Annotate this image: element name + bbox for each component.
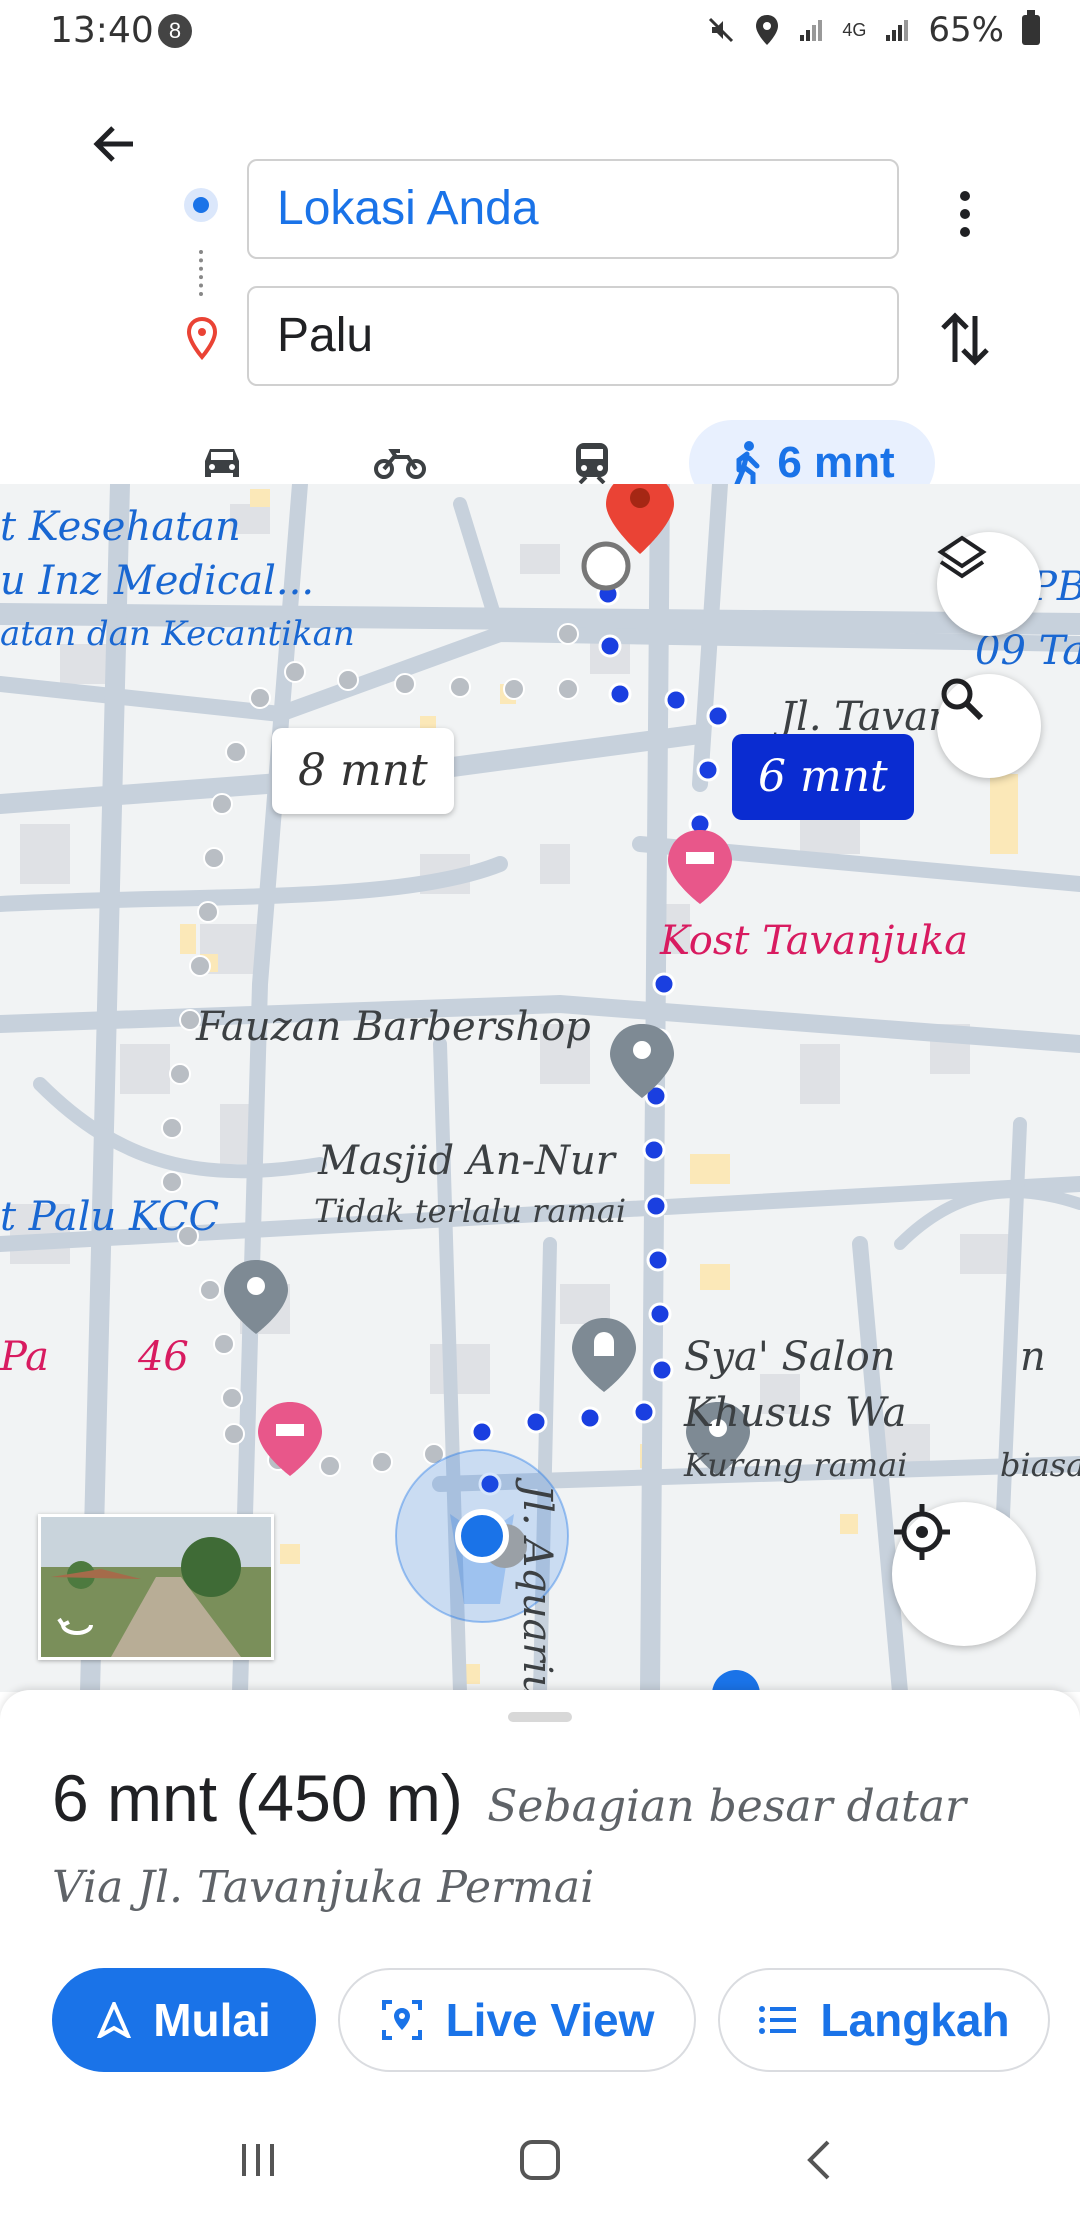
map-view[interactable]: t Kesehatan u Inz Medical... atan dan Ke… [0,484,1080,1692]
status-bar: 13:40 8 4G 65% [0,0,1080,64]
street-view-thumbnail[interactable] [38,1514,274,1660]
terrain-note: Sebagian besar datar [487,1781,967,1832]
origin-dot-icon [184,188,218,222]
back-icon[interactable] [790,2130,850,2190]
navigation-arrow-icon [97,2002,132,2038]
map-label[interactable]: Kost Tavanjuka [660,918,968,964]
route-duration-distance: 6 mnt (450 m) [52,1761,463,1835]
live-view-button[interactable]: Live View [338,1968,696,2072]
notification-badge: 8 [158,14,192,48]
live-view-label: Live View [445,1994,655,2046]
status-time: 13:40 [50,10,154,51]
car-icon [205,449,239,477]
map-label: t Kesehatan [0,504,241,550]
map-label[interactable]: Fauzan Barbershop [196,1004,591,1050]
map-label: Tidak terlalu ramai [314,1192,627,1230]
home-icon[interactable] [510,2130,570,2190]
map-label: biasa [1000,1446,1080,1484]
battery-percent: 65% [928,10,1004,50]
route-connector [199,250,207,296]
map-label: Kurang ramai [684,1446,908,1484]
layers-button[interactable] [937,532,1041,636]
status-icons: 4G 65% [706,10,1040,50]
motorcycle-icon [374,449,426,479]
route-duration[interactable]: 6 mnt [732,734,914,820]
battery-icon [1022,10,1040,45]
map-label[interactable]: t Palu KCC [0,1194,219,1240]
map-label: n [1020,1334,1046,1380]
crosshair-icon [894,1504,950,1560]
recent-apps-icon[interactable] [228,2130,288,2190]
drag-handle[interactable] [508,1712,572,1722]
my-location-button[interactable] [892,1502,1036,1646]
destination-input[interactable]: Palu [247,286,899,386]
map-label[interactable]: Masjid An-Nur [318,1138,615,1184]
map-label[interactable]: Pa 46 [0,1334,189,1380]
destination-pin-icon [186,316,218,360]
alt-route-duration[interactable]: 8 mnt [272,728,454,814]
swap-icon[interactable] [935,304,995,374]
route-via: Via Jl. Tavanjuka Permai [52,1862,595,1913]
map-label[interactable]: Khusus Wa [684,1390,906,1436]
train-icon [576,443,608,485]
list-icon [759,2006,797,2034]
back-arrow-icon[interactable] [85,114,145,174]
start-label: Mulai [153,1994,271,2046]
more-options-icon[interactable] [950,184,980,244]
layers-icon [937,535,987,579]
network-type: 4G [842,19,867,40]
live-view-icon [381,2000,422,2040]
street-label: Jl. Aquariu [514,1484,560,1692]
street-view-image [41,1517,271,1657]
steps-button[interactable]: Langkah [718,1968,1050,2072]
walking-time: 6 mnt [777,438,895,487]
walking-icon [734,441,760,486]
map-label: atan dan Kecantikan [0,614,355,654]
search-icon [941,678,984,721]
mute-icon [709,17,734,43]
search-along-route-button[interactable] [937,674,1041,778]
start-button[interactable]: Mulai [52,1968,316,2072]
signal-icon [800,20,823,41]
map-label[interactable]: Sya' Salon [684,1334,895,1380]
signal-icon [886,20,909,41]
map-label: u Inz Medical... [0,558,315,604]
steps-label: Langkah [820,1994,1010,2046]
origin-input[interactable]: Lokasi Anda [247,159,899,259]
directions-header: Lokasi Anda Palu 6 mnt [0,64,1080,506]
route-summary: 6 mnt (450 m) Sebagian besar datar [52,1760,966,1836]
location-icon [756,15,779,45]
system-nav-bar [0,2100,1080,2220]
